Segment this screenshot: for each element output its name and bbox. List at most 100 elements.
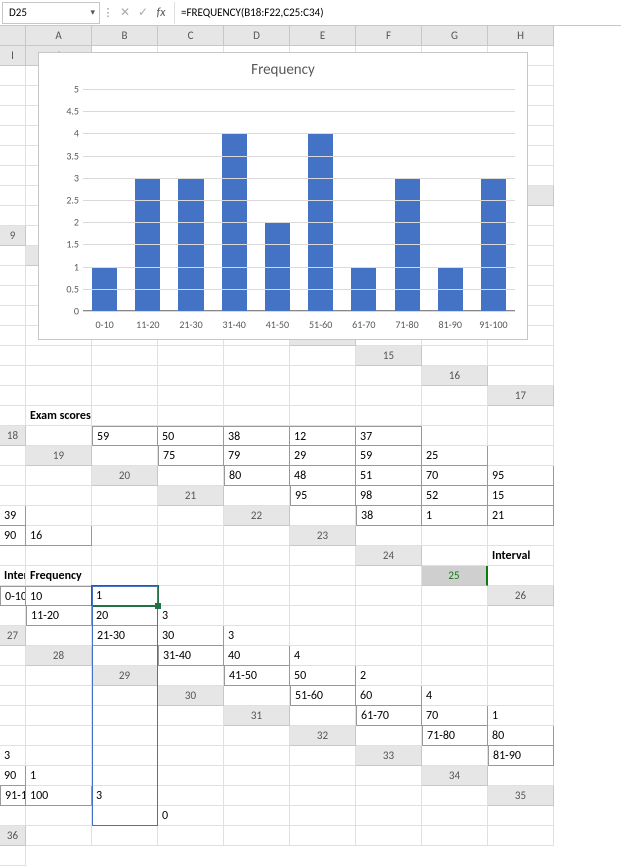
cell[interactable]: 51-60 bbox=[290, 686, 356, 706]
cell[interactable] bbox=[0, 206, 26, 226]
cell[interactable]: 40 bbox=[224, 646, 290, 666]
column-header[interactable]: D bbox=[224, 26, 290, 46]
cell[interactable] bbox=[224, 686, 290, 706]
cell[interactable]: 59 bbox=[92, 426, 158, 446]
cell[interactable]: 70 bbox=[422, 466, 488, 486]
cell[interactable] bbox=[92, 706, 158, 726]
cell[interactable]: 12 bbox=[290, 426, 356, 446]
cell[interactable]: 71-80 bbox=[422, 726, 488, 746]
cell[interactable] bbox=[26, 626, 92, 646]
cell[interactable]: 95 bbox=[488, 466, 554, 486]
cell[interactable] bbox=[224, 606, 290, 626]
cell[interactable]: 3 bbox=[0, 746, 26, 766]
cell[interactable] bbox=[356, 566, 422, 586]
cell[interactable]: 50 bbox=[158, 426, 224, 446]
cell[interactable]: 39 bbox=[0, 506, 26, 526]
cell[interactable] bbox=[158, 386, 224, 406]
cell[interactable] bbox=[488, 666, 554, 686]
cell[interactable] bbox=[224, 546, 290, 566]
cell[interactable]: 1 bbox=[488, 706, 554, 726]
row-header[interactable]: 23 bbox=[290, 526, 356, 546]
cell[interactable]: 38 bbox=[224, 426, 290, 446]
row-header[interactable]: 25 bbox=[422, 566, 488, 586]
cell[interactable] bbox=[290, 806, 356, 826]
cell[interactable] bbox=[422, 746, 488, 766]
cell[interactable] bbox=[290, 506, 356, 526]
column-header[interactable]: B bbox=[92, 26, 158, 46]
cell[interactable] bbox=[158, 666, 224, 686]
row-header[interactable]: 28 bbox=[26, 646, 92, 666]
row-header[interactable]: 26 bbox=[488, 586, 554, 606]
check-icon[interactable]: ✓ bbox=[134, 5, 152, 20]
cell[interactable] bbox=[356, 406, 422, 426]
cell[interactable]: 38 bbox=[356, 506, 422, 526]
cell[interactable] bbox=[158, 346, 224, 366]
cell[interactable] bbox=[158, 406, 224, 426]
cell[interactable] bbox=[26, 666, 92, 686]
cell[interactable]: 59 bbox=[356, 446, 422, 466]
cell[interactable] bbox=[290, 746, 356, 766]
row-header[interactable]: 17 bbox=[488, 386, 554, 406]
cell[interactable] bbox=[26, 806, 92, 826]
cell[interactable] bbox=[0, 386, 26, 406]
row-header[interactable]: 18 bbox=[0, 426, 26, 446]
cell[interactable] bbox=[422, 786, 488, 806]
cell[interactable] bbox=[290, 606, 356, 626]
cell[interactable] bbox=[92, 526, 158, 546]
cell[interactable] bbox=[0, 146, 26, 166]
cell[interactable]: 21 bbox=[488, 506, 554, 526]
cell[interactable]: 50 bbox=[290, 666, 356, 686]
cell[interactable] bbox=[0, 366, 26, 386]
cell[interactable] bbox=[0, 646, 26, 666]
cell[interactable] bbox=[0, 706, 26, 726]
cell[interactable] bbox=[26, 426, 92, 446]
cell[interactable] bbox=[356, 386, 422, 406]
cell[interactable] bbox=[26, 546, 92, 566]
cell[interactable] bbox=[0, 346, 26, 366]
cell[interactable]: 20 bbox=[92, 606, 158, 626]
cell[interactable] bbox=[0, 686, 26, 706]
cancel-icon[interactable]: ✕ bbox=[116, 5, 134, 20]
cell[interactable] bbox=[158, 746, 224, 766]
cell[interactable] bbox=[158, 826, 224, 846]
cell[interactable] bbox=[158, 546, 224, 566]
cell[interactable] bbox=[0, 806, 26, 826]
cell[interactable] bbox=[422, 586, 488, 606]
cell[interactable]: 15 bbox=[488, 486, 554, 506]
cell[interactable]: 80 bbox=[488, 726, 554, 746]
cell[interactable] bbox=[26, 746, 92, 766]
cell[interactable] bbox=[0, 486, 26, 506]
cell[interactable]: 81-90 bbox=[488, 746, 554, 766]
row-header[interactable]: 16 bbox=[422, 366, 488, 386]
cell[interactable] bbox=[488, 346, 554, 366]
row-header[interactable]: 30 bbox=[158, 686, 224, 706]
cell[interactable] bbox=[0, 66, 26, 86]
row-header[interactable]: 20 bbox=[92, 466, 158, 486]
cell[interactable] bbox=[290, 766, 356, 786]
cell[interactable]: 37 bbox=[356, 426, 422, 446]
cell[interactable] bbox=[356, 786, 422, 806]
cell[interactable] bbox=[92, 766, 158, 786]
cell[interactable] bbox=[0, 286, 26, 306]
cell[interactable]: 41-50 bbox=[224, 666, 290, 686]
cell[interactable]: 11-20 bbox=[26, 606, 92, 626]
cell[interactable]: 48 bbox=[290, 466, 356, 486]
cell[interactable] bbox=[158, 366, 224, 386]
cell[interactable] bbox=[0, 166, 26, 186]
cell[interactable]: 29 bbox=[290, 446, 356, 466]
cell[interactable] bbox=[26, 686, 92, 706]
cell[interactable] bbox=[158, 766, 224, 786]
cell[interactable] bbox=[158, 786, 224, 806]
cell[interactable]: 51 bbox=[356, 466, 422, 486]
cell[interactable] bbox=[488, 526, 554, 546]
cell[interactable]: 30 bbox=[158, 626, 224, 646]
cell[interactable] bbox=[356, 726, 422, 746]
cell[interactable]: 3 bbox=[158, 606, 224, 626]
cell[interactable] bbox=[290, 346, 356, 366]
cell[interactable] bbox=[422, 646, 488, 666]
row-header[interactable]: 34 bbox=[422, 766, 488, 786]
cell[interactable] bbox=[422, 546, 488, 566]
cell[interactable]: 90 bbox=[0, 526, 26, 546]
cell[interactable]: 0 bbox=[158, 806, 224, 826]
cell[interactable] bbox=[488, 806, 554, 826]
